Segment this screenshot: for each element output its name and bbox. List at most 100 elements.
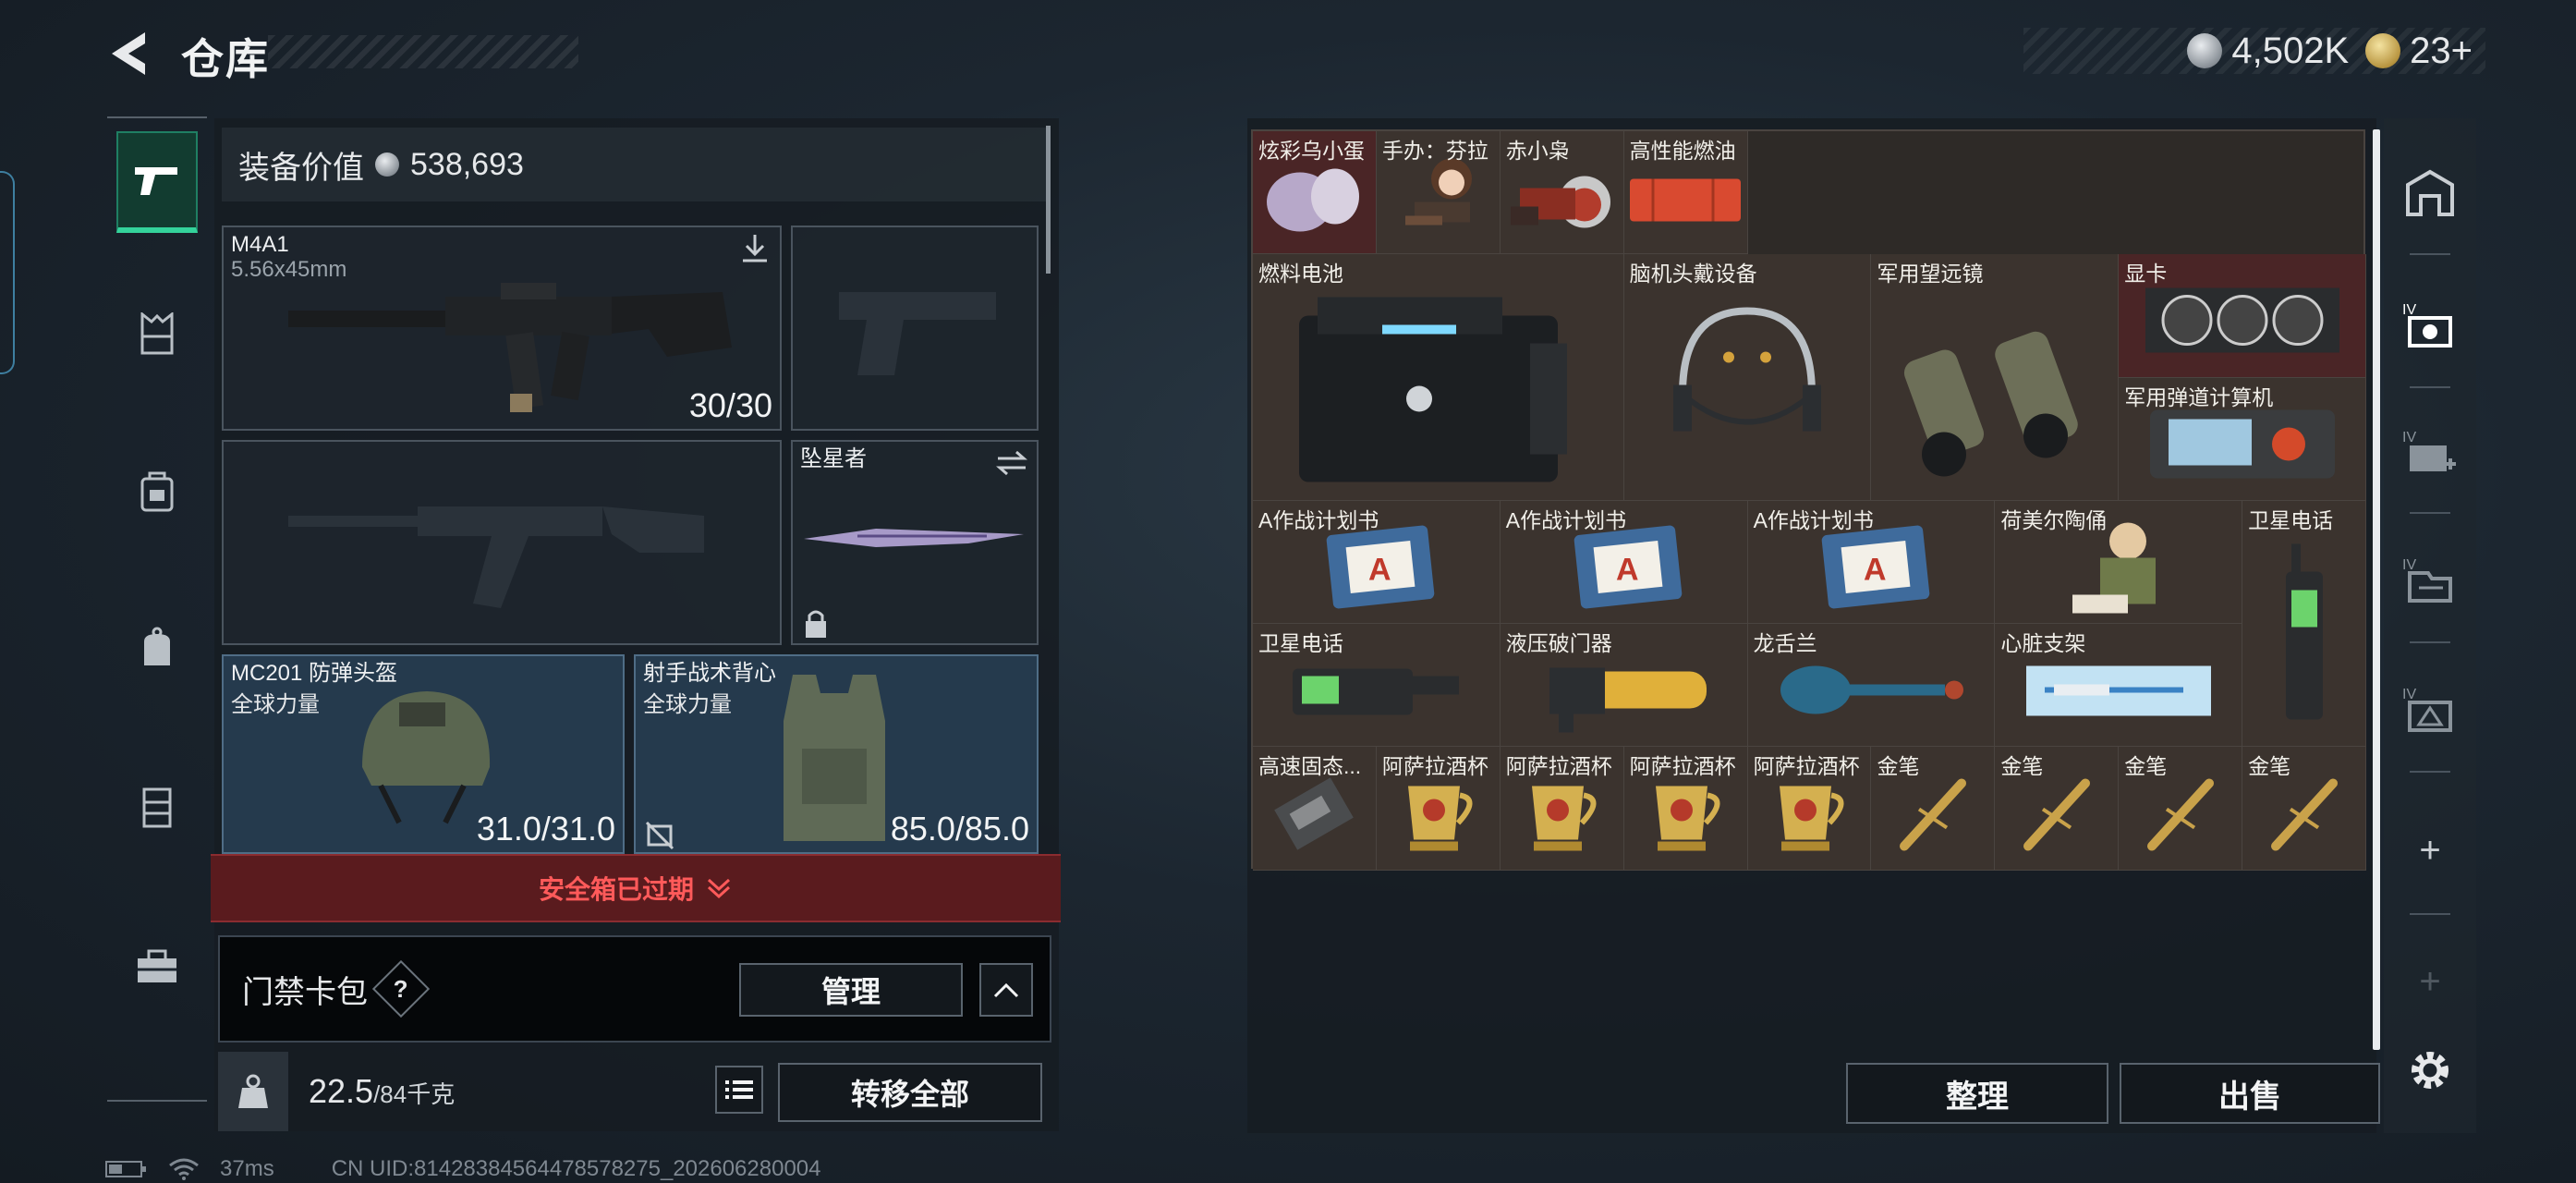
inventory-item[interactable]: 军用望远镜 — [1871, 254, 2120, 501]
helmet-durability: 31.0/31.0 — [476, 810, 615, 848]
computer-image — [2141, 402, 2344, 490]
help-icon[interactable]: ? — [371, 959, 431, 1018]
inventory-item[interactable]: 心脏支架 — [1995, 624, 2243, 748]
inventory-item[interactable]: 龙舌兰 — [1747, 624, 1996, 748]
sort-button[interactable]: 整理 — [1846, 1063, 2108, 1124]
uid-text: CN UID:814283845644785782​75_20260628000… — [331, 1156, 821, 1181]
silver-currency[interactable]: 4,502K — [2187, 30, 2349, 72]
back-button[interactable] — [102, 26, 157, 81]
inventory-item[interactable]: 阿萨拉酒杯 — [1376, 747, 1501, 871]
inventory-item[interactable]: 高性能燃油 — [1623, 131, 1748, 255]
home-button[interactable] — [2402, 165, 2458, 220]
inventory-item-label: 高性能燃油 — [1629, 139, 1736, 163]
equipment-scrollbar[interactable] — [1046, 126, 1051, 274]
weight-max: /84千克 — [373, 1080, 456, 1108]
inventory-item-label: 阿萨拉酒杯 — [1505, 754, 1612, 779]
svg-text:IV: IV — [2402, 430, 2416, 445]
pen-image — [2015, 772, 2098, 860]
armor-brand: 全球力量 — [643, 692, 732, 717]
pen-image — [2263, 772, 2346, 860]
equipment-value: 538,693 — [410, 146, 524, 182]
pistol-slot[interactable] — [791, 226, 1039, 431]
list-view-button[interactable] — [715, 1066, 763, 1114]
card-pack-label: 门禁卡包 — [242, 974, 368, 1010]
weapon-ammo: 30/30 — [688, 386, 772, 424]
add-icon: + — [2419, 829, 2441, 871]
equipment-value-bar: 装备价值 538,693 — [222, 128, 1046, 201]
inventory-item[interactable]: 金笔 — [2119, 747, 2243, 871]
inventory-scrollbar[interactable] — [2373, 129, 2380, 1050]
melee-slot[interactable]: 坠星者 — [791, 440, 1039, 645]
side-drawer-tab[interactable] — [0, 171, 15, 374]
secondary-weapon-slot[interactable] — [222, 440, 782, 645]
helmet-brand: 全球力量 — [231, 692, 320, 717]
left-nav-rail — [107, 116, 207, 1102]
inventory-item-label: A作战计划书 — [1505, 507, 1627, 532]
primary-weapon-slot[interactable]: M4A1 5.56x45mm 30/30 — [222, 226, 782, 431]
inventory-item[interactable]: 阿萨拉酒杯 — [1623, 747, 1748, 871]
inventory-item[interactable]: 金笔 — [1871, 747, 1996, 871]
rail-chest-rig[interactable] — [116, 283, 198, 384]
inventory-item-label: 金笔 — [2248, 754, 2291, 779]
weight-text: 22.5/84千克 — [309, 1072, 455, 1111]
inventory-item[interactable]: 阿萨拉酒杯 — [1500, 747, 1624, 871]
inventory-item[interactable]: A作战计划书 A — [1253, 500, 1501, 625]
inventory-item[interactable]: 液压破门器 — [1500, 624, 1748, 748]
backpack-icon — [140, 471, 174, 512]
inventory-item[interactable]: 燃料电池 — [1253, 254, 1624, 501]
transfer-all-button[interactable]: 转移全部 — [778, 1063, 1042, 1122]
rail-backpack[interactable] — [116, 440, 198, 542]
inventory-item[interactable]: 卫星电话 — [1253, 624, 1501, 748]
satphone-image — [1283, 649, 1468, 737]
inventory-item[interactable]: A作战计划书 A — [1747, 500, 1996, 625]
inventory-item[interactable]: A作战计划书 A — [1500, 500, 1748, 625]
safe-box-expired-banner[interactable]: 安全箱已过期 — [211, 854, 1061, 922]
inventory-item[interactable]: 赤小枭 — [1500, 131, 1624, 255]
inventory-item[interactable]: 卫星电话 — [2242, 500, 2367, 748]
download-icon[interactable] — [739, 233, 771, 264]
inventory-item[interactable]: 金笔 — [1995, 747, 2120, 871]
inventory-item-label: 显卡 — [2124, 262, 2168, 287]
title-decoration — [268, 35, 578, 68]
ping-text: 37ms — [220, 1156, 274, 1181]
storage-2-button[interactable]: IV — [2402, 425, 2458, 481]
rail-pouch[interactable] — [116, 597, 198, 699]
status-bar: 37ms CN UID:814283845644785782​75_202606… — [105, 1155, 821, 1183]
rail-cabinet[interactable] — [116, 756, 198, 858]
inventory-item[interactable]: 金笔 — [2242, 747, 2367, 871]
inventory-item[interactable]: 炫彩乌小蛋 — [1253, 131, 1377, 255]
inventory-item-label: A作战计划书 — [1258, 507, 1379, 532]
gear-icon — [2412, 1052, 2448, 1089]
helmet-slot[interactable]: MC201 防弹头盔 全球力量 31.0/31.0 — [222, 654, 625, 854]
gold-currency[interactable]: 23+ — [2365, 30, 2473, 72]
rail-weapon[interactable] — [116, 131, 198, 233]
chevron-up-icon — [993, 982, 1019, 998]
manage-button[interactable]: 管理 — [739, 963, 963, 1017]
inventory-item[interactable]: 显卡 — [2119, 254, 2367, 378]
add-storage-button[interactable]: + — [2402, 823, 2458, 878]
storage-4-button[interactable]: IV — [2402, 682, 2458, 738]
vest-image — [784, 675, 885, 841]
sell-button[interactable]: 出售 — [2120, 1063, 2380, 1124]
lock-icon — [806, 610, 826, 638]
collapse-button[interactable] — [979, 963, 1033, 1017]
settings-button[interactable] — [2402, 1043, 2458, 1098]
inventory-item[interactable]: 高速固态... — [1253, 747, 1377, 871]
rail-toolbox[interactable] — [116, 915, 198, 1017]
inventory-item[interactable]: 手办：芬拉 — [1376, 131, 1501, 255]
inventory-item-label: 阿萨拉酒杯 — [1753, 754, 1860, 779]
cup-image — [1639, 767, 1732, 864]
storage-1-button[interactable]: IV — [2402, 298, 2458, 353]
inventory-item[interactable]: 脑机头戴设备 — [1623, 254, 1872, 501]
inventory-item[interactable]: 军用弹道计算机 — [2119, 377, 2367, 501]
inventory-item[interactable]: 荷美尔陶俑 — [1995, 500, 2243, 625]
inventory-item[interactable]: 阿萨拉酒杯 — [1747, 747, 1872, 871]
cup-image — [1391, 767, 1484, 864]
melee-name: 坠星者 — [800, 446, 867, 471]
armor-slot[interactable]: 射手战术背心 全球力量 85.0/85.0 — [634, 654, 1039, 854]
chest-rig-icon — [140, 312, 174, 355]
inventory-item-label: 金笔 — [2000, 754, 2044, 779]
storage-3-button[interactable]: IV — [2402, 553, 2458, 608]
swap-icon[interactable] — [994, 449, 1029, 477]
inventory-item-label: 荷美尔陶俑 — [2000, 507, 2108, 532]
